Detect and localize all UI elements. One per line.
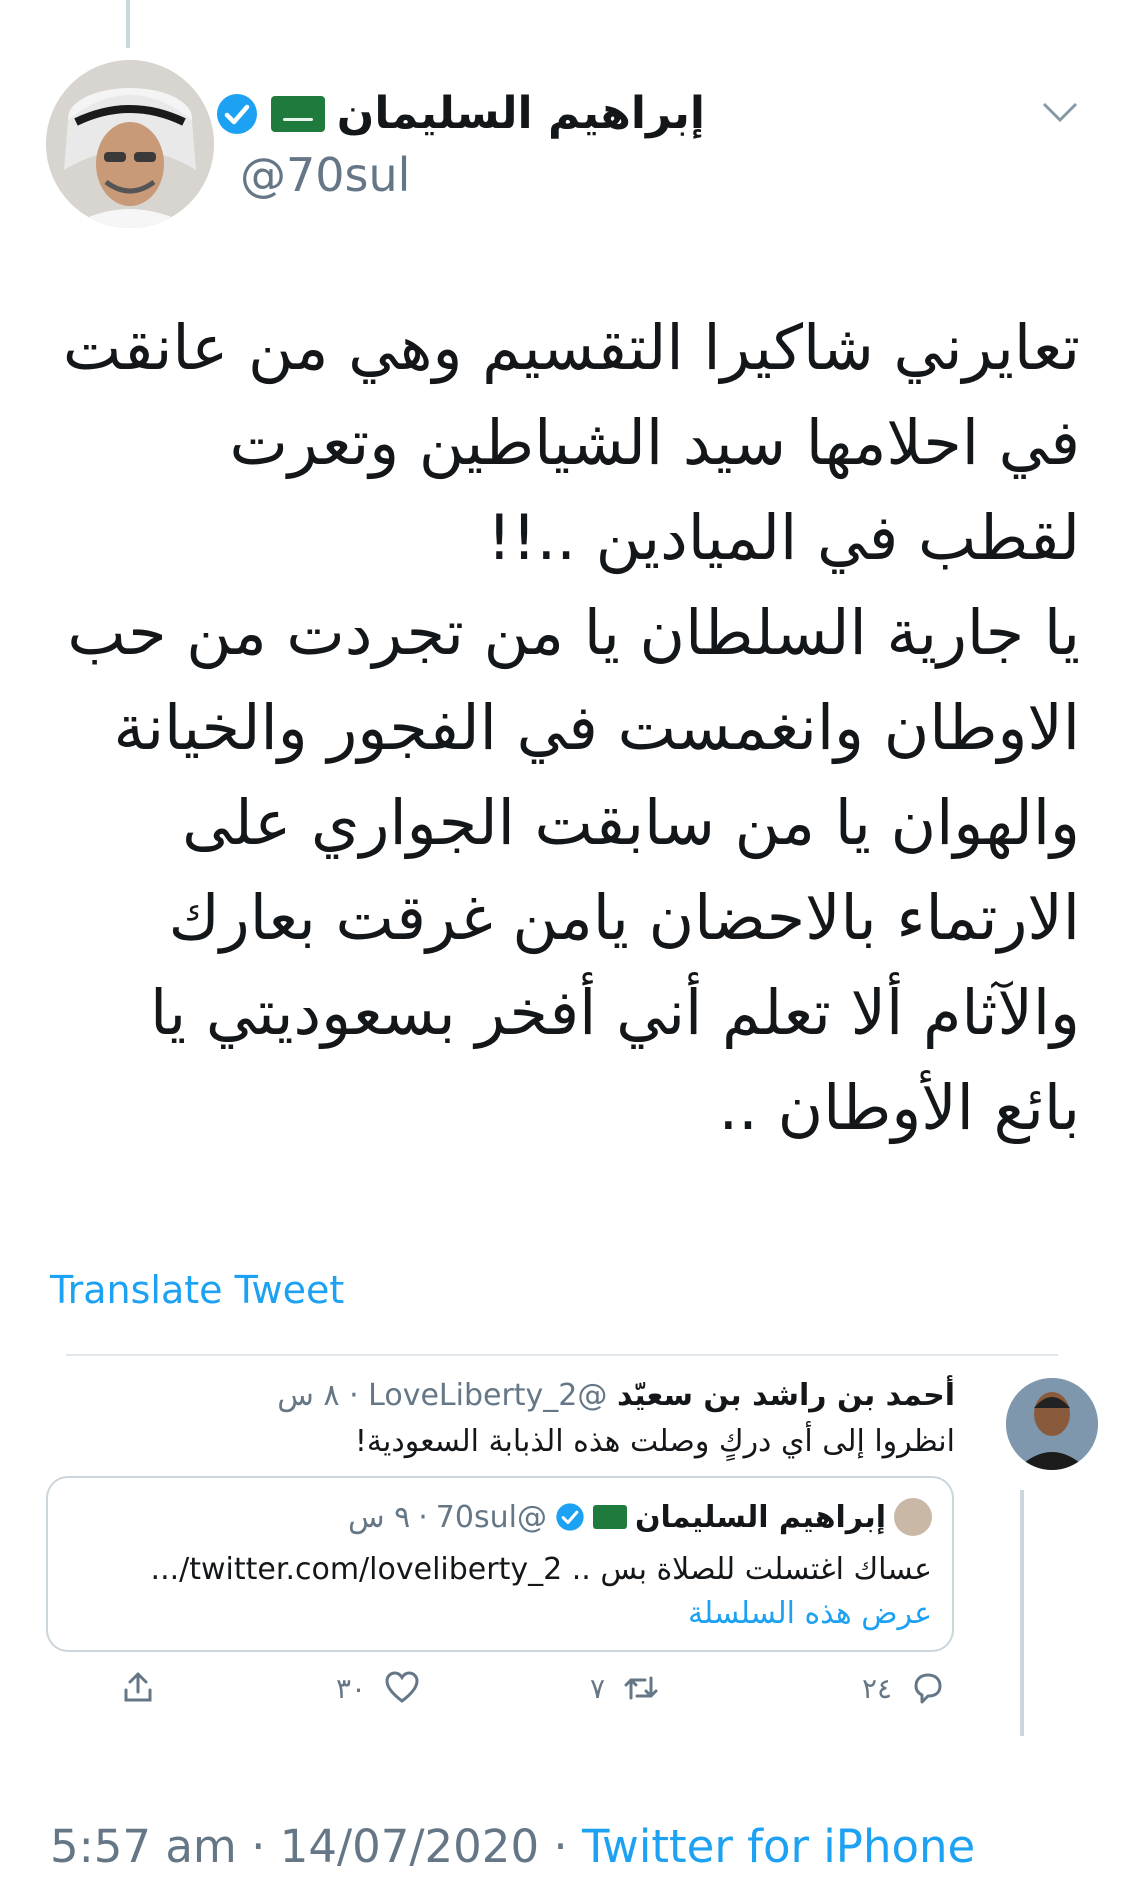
tweet-text: تعايرني شاكيرا التقسيم وهي من عانقت في ا… [60,300,1080,1155]
author-handle[interactable]: @70sul [240,148,410,202]
like-count: ٣٠ [336,1671,367,1705]
reply-button[interactable]: ٢٤ [862,1670,946,1706]
author-avatar[interactable] [46,60,214,228]
reply-thread-line [1020,1490,1024,1736]
author-name: إبراهيم السليمان [336,88,705,139]
reply-author-handle[interactable]: @LoveLiberty_2 [368,1378,607,1413]
action-bar: ٣٠ ٧ ٢٤ [120,1670,980,1720]
reply-avatar-image [1006,1378,1098,1470]
share-icon [124,1672,152,1702]
reply-count: ٢٤ [862,1671,893,1705]
tweet-footer: 5:57 am · 14/07/2020 · Twitter for iPhon… [50,1820,975,1873]
retweet-button[interactable]: ٧ [590,1670,659,1706]
like-button[interactable]: ٣٠ [336,1670,420,1706]
separator-dot: · [418,1499,428,1535]
tweet-time[interactable]: 5:57 am [50,1820,237,1873]
reply-header: أحمد بن راشد بن سعيّد @LoveLiberty_2 · ٨… [277,1378,955,1413]
reply-text: انظروا إلى أي دركٍ وصلت هذه الذبابة السع… [354,1424,955,1459]
tweet-paragraph-1: تعايرني شاكيرا التقسيم وهي من عانقت في ا… [62,311,1080,574]
retweet-icon [624,1676,658,1700]
author-name-row[interactable]: إبراهيم السليمان [215,88,705,139]
reply-time: ٨ س [277,1378,340,1413]
divider [66,1354,1058,1356]
reply-author-avatar[interactable] [1006,1378,1098,1470]
reply-author-name[interactable]: أحمد بن راشد بن سعيّد [617,1378,955,1413]
quoted-tweet-card[interactable]: إبراهيم السليمان @70sul · ٩ س عساك اغتسل… [46,1476,954,1652]
retweet-count: ٧ [590,1671,606,1705]
saudi-flag-icon [592,1505,627,1529]
quoted-author-name: إبراهيم السليمان [634,1499,886,1535]
tweet-source-link[interactable]: Twitter for iPhone [582,1820,975,1873]
avatar-image [46,60,214,228]
quoted-header: إبراهيم السليمان @70sul · ٩ س [348,1498,932,1536]
quoted-author-avatar [894,1498,932,1536]
reply-bubble-icon [914,1673,942,1704]
separator-dot: · [349,1378,359,1413]
tweet-date[interactable]: 14/07/2020 [280,1820,539,1873]
quoted-time: ٩ س [347,1499,411,1535]
chevron-down-icon[interactable] [1040,96,1080,126]
verified-badge-icon [556,1503,584,1531]
tweet-paragraph-2: يا جارية السلطان يا من تجردت من حب الاوط… [67,596,1080,1144]
show-thread-link[interactable]: عرض هذه السلسلة [688,1596,932,1631]
quoted-text: عساك اغتسلت للصلاة بس .. twitter.com/lov… [150,1552,932,1587]
heart-icon [385,1671,419,1703]
separator-dot: · [251,1820,280,1873]
thread-connector-line [126,0,130,48]
share-button[interactable] [120,1670,156,1706]
saudi-flag-icon [270,95,325,132]
verified-badge-icon [216,93,257,134]
translate-tweet-link[interactable]: Translate Tweet [50,1268,344,1312]
quoted-author-handle: @70sul [435,1499,547,1535]
separator-dot: · [553,1820,582,1873]
